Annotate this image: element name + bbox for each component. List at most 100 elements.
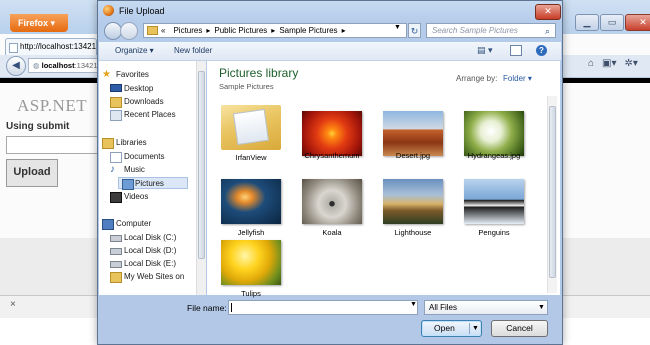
breadcrumb-overflow[interactable]: «: [161, 26, 165, 35]
image-thumbnail: [383, 111, 443, 156]
breadcrumb[interactable]: « Pictures ▸ Public Pictures ▸ Sample Pi…: [143, 23, 407, 38]
close-addon-bar-icon[interactable]: ×: [10, 299, 16, 310]
close-window-button[interactable]: ✕: [625, 14, 650, 31]
file-item-hydrangeas[interactable]: Hydrangeas.jpg: [460, 111, 528, 173]
file-name-input[interactable]: [228, 300, 418, 315]
breadcrumb-separator-icon[interactable]: ▸: [342, 26, 346, 35]
desktop-icon: [110, 84, 122, 92]
nav-music[interactable]: ♪ Music: [107, 164, 145, 176]
nav-label: My Web Sites on: [124, 272, 185, 281]
library-subtitle: Sample Pictures: [219, 82, 274, 91]
nav-label: Desktop: [124, 84, 154, 93]
file-item-irfanview[interactable]: IrfanView: [217, 105, 285, 167]
help-icon[interactable]: ?: [536, 45, 547, 56]
nav-disk-d[interactable]: Local Disk (D:): [107, 245, 176, 257]
breadcrumb-item-sample-pictures[interactable]: Sample Pictures: [279, 26, 337, 35]
nav-label: Local Disk (C:): [124, 233, 177, 242]
file-type-value: All Files: [429, 303, 458, 312]
split-divider: [469, 323, 470, 334]
maximize-button[interactable]: ▭: [600, 14, 624, 31]
minimize-button[interactable]: ▁: [575, 14, 599, 31]
file-name-history-dropdown-icon[interactable]: ▼: [410, 301, 417, 308]
home-icon[interactable]: ⌂: [588, 58, 594, 69]
chevron-down-icon: ▼: [538, 304, 545, 311]
open-button-label: Open: [434, 323, 455, 333]
breadcrumb-item-pictures[interactable]: Pictures: [173, 26, 202, 35]
breadcrumb-item-public-pictures[interactable]: Public Pictures: [214, 26, 267, 35]
file-item-lighthouse[interactable]: Lighthouse: [379, 179, 447, 241]
file-item-koala[interactable]: Koala: [298, 179, 366, 241]
file-path-input[interactable]: [6, 136, 106, 154]
image-thumbnail: [221, 179, 281, 224]
file-name: Lighthouse: [394, 228, 432, 237]
documents-icon: [110, 152, 122, 163]
cancel-button[interactable]: Cancel: [491, 320, 548, 337]
refresh-button[interactable]: ↻: [408, 23, 421, 38]
nav-label: Libraries: [116, 138, 147, 147]
folder-icon: [147, 26, 158, 35]
nav-downloads[interactable]: Downloads: [107, 96, 164, 108]
breadcrumb-separator-icon[interactable]: ▸: [206, 26, 210, 35]
pictures-icon: [122, 179, 134, 190]
organize-menu[interactable]: Organize ▾: [115, 46, 154, 55]
breadcrumb-separator-icon[interactable]: ▸: [271, 26, 275, 35]
browser-tab[interactable]: http://localhost:13421/: [5, 38, 97, 55]
search-icon[interactable]: ⌕: [545, 25, 550, 38]
file-name: Penguins: [478, 228, 510, 237]
dialog-forward-button[interactable]: [120, 22, 138, 40]
breadcrumb-history-dropdown-icon[interactable]: ▼: [394, 24, 401, 31]
nav-pictures[interactable]: Pictures: [118, 177, 188, 190]
recent-places-icon: [110, 110, 122, 121]
nav-videos[interactable]: Videos: [107, 191, 148, 203]
arrange-by-dropdown[interactable]: Folder ▾: [503, 74, 532, 83]
nav-scrollbar[interactable]: [196, 61, 206, 295]
file-item-chrysanthemum[interactable]: Chrysanthemum: [298, 111, 366, 173]
hard-disk-icon: [110, 261, 122, 268]
back-button[interactable]: ◀: [6, 56, 26, 76]
videos-icon: [110, 192, 122, 203]
nav-recent-places[interactable]: Recent Places: [107, 109, 176, 121]
nav-computer[interactable]: Computer: [99, 218, 151, 230]
change-view-icon[interactable]: ▤ ▾: [477, 45, 493, 56]
image-thumbnail: [221, 240, 281, 285]
content-scrollbar[interactable]: [547, 96, 557, 293]
open-button[interactable]: Open ▼: [421, 320, 482, 337]
dialog-close-button[interactable]: ✕: [535, 4, 561, 20]
nav-label: Videos: [124, 192, 149, 201]
tools-gear-icon[interactable]: ✲▾: [625, 58, 638, 69]
nav-label: Downloads: [124, 97, 164, 106]
nav-favorites[interactable]: ★ Favorites: [99, 69, 149, 81]
nav-label: Computer: [116, 219, 152, 228]
image-thumbnail: [464, 179, 524, 224]
nav-scroll-thumb[interactable]: [198, 71, 205, 259]
firefox-menu-button[interactable]: Firefox ▾: [10, 14, 68, 32]
file-item-tulips[interactable]: Tulips: [217, 240, 285, 302]
open-options-dropdown-icon[interactable]: ▼: [472, 321, 479, 336]
libraries-icon: [102, 138, 114, 149]
content-scroll-thumb[interactable]: [549, 106, 556, 278]
folder-icon: [221, 105, 281, 150]
search-input[interactable]: Search Sample Pictures ⌕: [426, 23, 556, 38]
content-pane: Pictures library Sample Pictures Arrange…: [207, 61, 560, 298]
nav-disk-e[interactable]: Local Disk (E:): [107, 258, 176, 270]
web-folder-icon: [110, 272, 122, 283]
firefox-logo-icon: [103, 5, 114, 16]
nav-documents[interactable]: Documents: [107, 151, 164, 163]
preview-pane-icon[interactable]: [510, 45, 522, 56]
file-item-jellyfish[interactable]: Jellyfish: [217, 179, 285, 241]
page-subheading: Using submit: [6, 121, 70, 132]
nav-disk-c[interactable]: Local Disk (C:): [107, 232, 176, 244]
nav-label: Pictures: [135, 179, 164, 188]
upload-button[interactable]: Upload: [6, 159, 58, 187]
file-type-select[interactable]: All Files ▼: [424, 300, 548, 315]
page-menu-icon[interactable]: ▣▾: [602, 58, 616, 69]
file-item-desert[interactable]: Desert.jpg: [379, 111, 447, 173]
dialog-nav-row: « Pictures ▸ Public Pictures ▸ Sample Pi…: [98, 21, 564, 41]
address-bar[interactable]: ◍ localhost:13421: [28, 58, 100, 73]
nav-web-sites[interactable]: My Web Sites on: [107, 271, 184, 283]
nav-libraries[interactable]: Libraries: [99, 137, 147, 149]
nav-desktop[interactable]: Desktop: [107, 83, 153, 95]
file-item-penguins[interactable]: Penguins: [460, 179, 528, 241]
new-folder-button[interactable]: New folder: [174, 46, 212, 55]
browser-tools: ⌂ ▣▾ ✲▾: [588, 58, 638, 69]
